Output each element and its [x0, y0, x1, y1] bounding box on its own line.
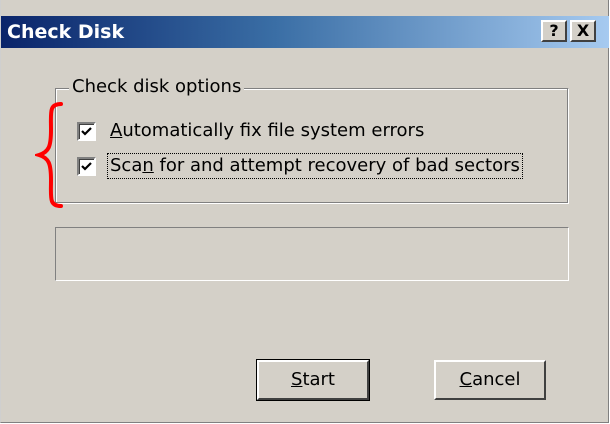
start-mnemonic: S	[291, 369, 303, 390]
progress-bar	[55, 227, 569, 281]
cancel-button[interactable]: Cancel	[434, 360, 546, 400]
option-scan-bad-sectors[interactable]: Scan for and attempt recovery of bad sec…	[77, 153, 523, 179]
dialog-title: Check Disk	[7, 21, 125, 43]
start-button[interactable]: Start	[256, 359, 370, 401]
auto-fix-mnemonic: A	[110, 120, 123, 141]
auto-fix-checkbox[interactable]	[77, 121, 96, 141]
scan-label-rest: for and attempt recovery of bad sectors	[153, 155, 520, 176]
auto-fix-label: Automatically fix file system errors	[108, 119, 426, 143]
scan-label-before: Sca	[110, 155, 143, 176]
help-button[interactable]: ?	[541, 20, 567, 42]
scan-bad-sectors-checkbox[interactable]	[77, 156, 96, 176]
group-label: Check disk options	[69, 75, 245, 99]
check-disk-options-group	[55, 88, 569, 204]
start-label: tart	[302, 369, 335, 390]
annotation-brace-icon	[35, 102, 63, 208]
scan-mnemonic: n	[142, 155, 154, 176]
cancel-label: ancel	[472, 369, 521, 390]
cancel-mnemonic: C	[459, 369, 473, 390]
close-button[interactable]: X	[570, 20, 596, 42]
checkmark-icon	[81, 126, 92, 136]
auto-fix-label-text: utomatically fix file system errors	[122, 120, 425, 141]
checkmark-icon	[81, 161, 92, 171]
check-disk-dialog: Check Disk ? X Check disk options Automa…	[0, 0, 609, 423]
title-bar[interactable]: Check Disk ? X	[1, 16, 609, 48]
scan-bad-sectors-label: Scan for and attempt recovery of bad sec…	[107, 153, 523, 179]
option-auto-fix[interactable]: Automatically fix file system errors	[77, 118, 426, 144]
